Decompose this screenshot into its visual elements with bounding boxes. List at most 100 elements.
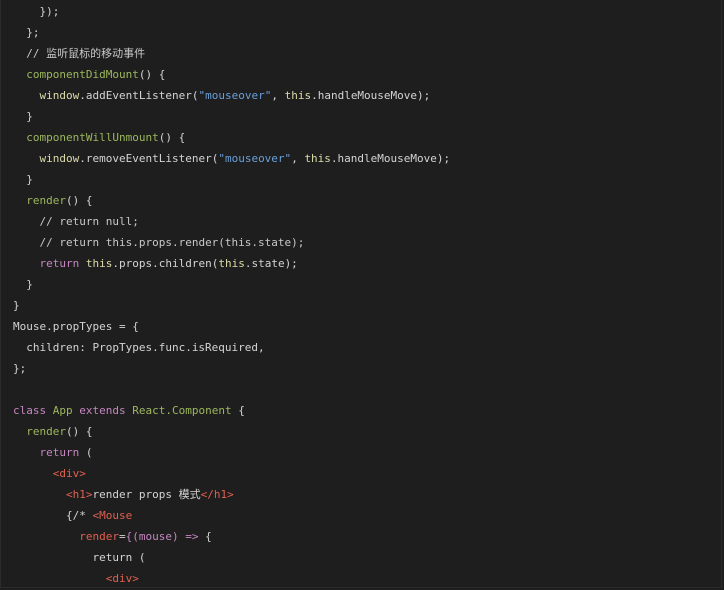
code-token: .handleMouseMove); bbox=[311, 89, 431, 102]
code-line: render() { bbox=[1, 190, 450, 211]
code-token: } bbox=[13, 299, 20, 312]
code-token: // return this.props.render(this.state); bbox=[39, 236, 305, 249]
code-token: , bbox=[291, 152, 305, 165]
code-token: window bbox=[39, 152, 80, 165]
code-token: render bbox=[79, 530, 119, 543]
code-line: {/* <Mouse bbox=[1, 505, 450, 526]
code-line: } bbox=[1, 295, 450, 316]
code-editor: }); }; // 监听鼠标的移动事件 componentDidMount() … bbox=[0, 0, 722, 588]
code-token: render bbox=[26, 194, 66, 207]
code-token: children: PropTypes.func.isRequired, bbox=[26, 341, 265, 354]
code-token: .props.children( bbox=[112, 257, 219, 270]
code-line: class App extends React.Component { bbox=[1, 400, 450, 421]
code-token: window bbox=[39, 89, 80, 102]
code-token: </h1> bbox=[200, 488, 234, 501]
code-token: <div> bbox=[52, 467, 86, 480]
code-line: } bbox=[1, 274, 450, 295]
code-line: return ( bbox=[1, 547, 450, 568]
code-token: return ( bbox=[92, 551, 146, 564]
code-token: <Mouse bbox=[92, 509, 133, 522]
code-line: return ( bbox=[1, 442, 450, 463]
code-token: }; bbox=[26, 26, 40, 39]
code-line: }); bbox=[1, 1, 450, 22]
code-token: .removeEventListener( bbox=[79, 152, 219, 165]
code-token: return bbox=[39, 257, 86, 270]
code-line: <div> bbox=[1, 568, 450, 589]
code-block: }); }; // 监听鼠标的移动事件 componentDidMount() … bbox=[1, 0, 450, 588]
code-token: return bbox=[39, 446, 80, 459]
code-token: this bbox=[304, 152, 331, 165]
code-token: componentDidMount bbox=[26, 68, 139, 81]
code-line: componentDidMount() { bbox=[1, 64, 450, 85]
code-token: } bbox=[26, 173, 33, 186]
code-line: children: PropTypes.func.isRequired, bbox=[1, 337, 450, 358]
code-token: .addEventListener( bbox=[79, 89, 199, 102]
code-line: render() { bbox=[1, 421, 450, 442]
code-line: } bbox=[1, 169, 450, 190]
code-token: this bbox=[284, 89, 312, 102]
code-token: App bbox=[52, 404, 80, 417]
code-token: // 监听鼠标的移动事件 bbox=[26, 47, 146, 60]
code-token: this bbox=[218, 257, 245, 270]
code-line: componentWillUnmount() { bbox=[1, 127, 450, 148]
code-token: }; bbox=[13, 362, 27, 375]
code-token: () { bbox=[66, 194, 93, 207]
code-token: <h1> bbox=[65, 488, 93, 501]
code-token: {(mouse) => bbox=[125, 530, 206, 543]
code-line: } bbox=[1, 106, 450, 127]
code-token: "mouseover" bbox=[198, 89, 272, 102]
code-token: extends bbox=[79, 404, 133, 417]
code-token: () { bbox=[138, 68, 166, 81]
code-token: Mouse.propTypes = { bbox=[13, 320, 139, 333]
code-line: // 监听鼠标的移动事件 bbox=[1, 43, 450, 64]
code-token: <div> bbox=[105, 572, 139, 585]
code-line: Mouse.propTypes = { bbox=[1, 316, 450, 337]
code-token: } bbox=[26, 110, 33, 123]
code-token: componentWillUnmount bbox=[26, 131, 159, 144]
code-line: window.addEventListener("mouseover", thi… bbox=[1, 85, 450, 106]
code-token: () { bbox=[158, 131, 186, 144]
code-token: render props 模式 bbox=[92, 488, 201, 501]
code-token: // return null; bbox=[39, 215, 139, 228]
code-token: class bbox=[13, 404, 53, 417]
code-token: } bbox=[26, 278, 33, 291]
code-token: .state); bbox=[244, 257, 298, 270]
code-token: "mouseover" bbox=[218, 152, 292, 165]
code-token: = bbox=[118, 530, 126, 543]
code-token: ( bbox=[79, 446, 93, 459]
code-line: }; bbox=[1, 358, 450, 379]
code-token: React.Component bbox=[132, 404, 232, 417]
code-line: // return this.props.render(this.state); bbox=[1, 232, 450, 253]
code-token: { bbox=[231, 404, 245, 417]
code-line: // return null; bbox=[1, 211, 450, 232]
code-line: }; bbox=[1, 22, 450, 43]
code-token: render bbox=[26, 425, 66, 438]
code-token: () { bbox=[66, 425, 93, 438]
code-token: , bbox=[271, 89, 285, 102]
code-token: this bbox=[85, 257, 113, 270]
code-token: }); bbox=[39, 5, 60, 18]
code-line: return this.props.children(this.state); bbox=[1, 253, 450, 274]
code-line: <h1>render props 模式</h1> bbox=[1, 484, 450, 505]
